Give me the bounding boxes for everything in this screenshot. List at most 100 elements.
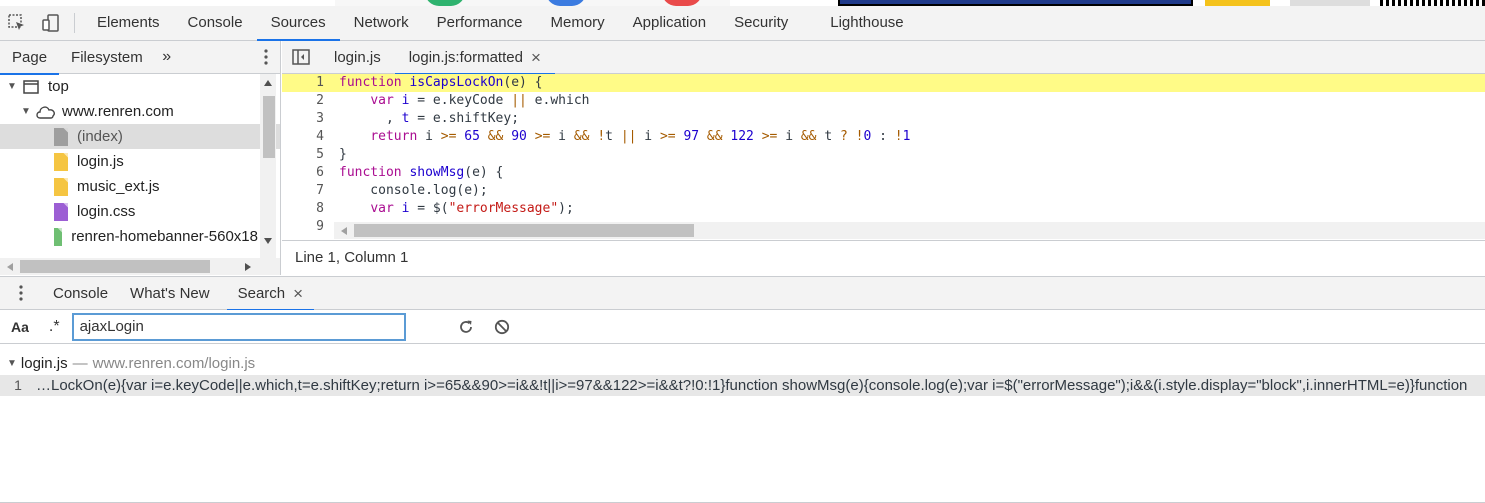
tab-network[interactable]: Network [340, 6, 423, 40]
line-number: 2 [316, 93, 324, 108]
drawer-menu-icon[interactable] [0, 285, 42, 301]
scrollbar-thumb[interactable] [20, 260, 210, 273]
result-file-header[interactable]: ▼ login.js — www.renren.com/login.js [0, 353, 1485, 375]
editor-tab-label: login.js [334, 48, 381, 66]
script-file-icon [54, 152, 68, 171]
tab-elements[interactable]: Elements [83, 6, 174, 40]
code-line: 4 return i >= 65 && 90 >= i && !t || i >… [282, 128, 1485, 146]
line-number: 4 [316, 129, 324, 144]
drawer-tab-label: What's New [130, 284, 210, 302]
scrollbar-thumb[interactable] [263, 96, 275, 158]
toggle-navigator-icon[interactable] [282, 49, 320, 65]
editor-horizontal-scrollbar[interactable] [334, 222, 1485, 239]
line-number: 8 [316, 201, 324, 216]
tab-filesystem[interactable]: Filesystem [59, 41, 155, 74]
clear-icon[interactable] [494, 319, 510, 335]
close-icon[interactable]: × [293, 277, 303, 310]
image-file-icon [54, 227, 63, 246]
code-line: 7 console.log(e); [282, 182, 1485, 200]
scroll-up-icon[interactable] [264, 80, 272, 86]
tree-item-domain[interactable]: ▼ www.renren.com [0, 99, 280, 124]
expand-arrow-icon[interactable]: ▼ [7, 353, 17, 375]
drawer-tab-console[interactable]: Console [42, 277, 119, 310]
code-line: 3 , t = e.shiftKey; [282, 110, 1485, 128]
tree-item-music-ext-js[interactable]: music_ext.js [0, 174, 280, 199]
result-file-name: login.js [20, 355, 68, 372]
result-file-path: www.renren.com/login.js [92, 355, 256, 372]
tree-item-label: login.js [77, 153, 124, 170]
stylesheet-file-icon [54, 202, 68, 221]
device-toolbar-icon[interactable] [34, 6, 68, 40]
regex-button[interactable]: .* [43, 318, 66, 336]
line-number: 6 [316, 165, 324, 180]
tab-security[interactable]: Security [720, 6, 802, 40]
expand-arrow-icon[interactable]: ▼ [5, 81, 19, 92]
scroll-left-icon[interactable] [7, 263, 13, 271]
script-file-icon [54, 177, 68, 196]
tree-item-index[interactable]: (index) [0, 124, 280, 149]
tree-item-label: renren-homebanner-560x18 [71, 228, 258, 245]
editor-tab-label: login.js:formatted [408, 48, 523, 66]
toolbar-divider [74, 13, 75, 33]
line-number: 9 [316, 219, 324, 234]
drawer-tab-label: Console [53, 284, 109, 302]
navigator-vertical-scrollbar[interactable] [260, 74, 276, 258]
navigator-tabs: Page Filesystem » [0, 41, 280, 75]
tab-console[interactable]: Console [174, 6, 257, 40]
code-line: 8 var i = $("errorMessage"); [282, 200, 1485, 218]
result-line-text: …LockOn(e){var i=e.keyCode||e.which,t=e.… [36, 377, 1468, 394]
tree-item-label: www.renren.com [62, 103, 174, 120]
drawer-toolbar: Console What's New Search × [0, 276, 1485, 311]
editor-tab-login-js[interactable]: login.js [320, 41, 395, 74]
scroll-right-icon[interactable] [245, 263, 251, 271]
refresh-icon[interactable] [458, 319, 474, 335]
result-line-number: 1 [14, 377, 22, 393]
tree-item-label: music_ext.js [77, 178, 160, 195]
drawer-tab-label: Search [237, 284, 286, 302]
tree-item-label: login.css [77, 203, 136, 220]
code-view[interactable]: 1 function isCapsLockOn(e) { 2 var i = e.… [282, 74, 1485, 240]
code-editor-pane: login.js login.js:formatted × 1 function … [282, 41, 1485, 275]
inspect-element-icon[interactable] [0, 6, 34, 40]
navigator-menu-icon[interactable] [264, 49, 268, 65]
search-results: ▼ login.js — www.renren.com/login.js 1 …… [0, 344, 1485, 503]
code-line: 6 function showMsg(e) { [282, 164, 1485, 182]
tree-item-login-css[interactable]: login.css [0, 199, 280, 224]
search-toolbar: Aa .* [0, 310, 1485, 344]
tab-performance[interactable]: Performance [423, 6, 537, 40]
scrollbar-thumb[interactable] [354, 224, 694, 237]
drawer-tab-search[interactable]: Search × [226, 277, 315, 311]
expand-arrow-icon[interactable]: ▼ [19, 106, 33, 117]
navigator-horizontal-scrollbar[interactable] [0, 258, 280, 275]
tab-memory[interactable]: Memory [537, 6, 619, 40]
line-number: 1 [316, 75, 324, 90]
code-line: 5} [282, 146, 1485, 164]
close-icon[interactable]: × [531, 41, 541, 74]
tab-page[interactable]: Page [0, 41, 60, 75]
more-tabs-icon[interactable]: » [155, 48, 179, 66]
line-number: 5 [316, 147, 324, 162]
file-tree: ▼ top ▼ www.renren.com (index) login.js … [0, 74, 280, 258]
sources-navigator: Page Filesystem » ▼ top ▼ www.renren.com… [0, 41, 281, 275]
drawer-tab-whats-new[interactable]: What's New [119, 277, 221, 310]
editor-tab-login-js-formatted[interactable]: login.js:formatted × [394, 41, 556, 75]
tab-sources[interactable]: Sources [256, 6, 340, 41]
tree-item-label: top [48, 78, 69, 95]
document-icon [54, 127, 68, 146]
scroll-down-icon[interactable] [264, 238, 272, 244]
result-separator: — [72, 355, 88, 372]
editor-tabs: login.js login.js:formatted × [282, 41, 1485, 75]
code-line: 2 var i = e.keyCode || e.which [282, 92, 1485, 110]
tree-item-top[interactable]: ▼ top [0, 74, 280, 99]
search-input[interactable] [71, 312, 406, 341]
scroll-left-icon[interactable] [341, 227, 347, 235]
tree-item-homebanner[interactable]: renren-homebanner-560x18 [0, 224, 258, 249]
result-match-row[interactable]: 1 …LockOn(e){var i=e.keyCode||e.which,t=… [0, 375, 1485, 396]
tree-item-label: (index) [77, 128, 123, 145]
tab-application[interactable]: Application [619, 6, 720, 40]
cloud-icon [35, 105, 57, 119]
cursor-position-status: Line 1, Column 1 [282, 240, 1485, 275]
match-case-button[interactable]: Aa [5, 319, 35, 335]
tab-lighthouse[interactable]: Lighthouse [816, 6, 917, 40]
tree-item-login-js[interactable]: login.js [0, 149, 280, 174]
